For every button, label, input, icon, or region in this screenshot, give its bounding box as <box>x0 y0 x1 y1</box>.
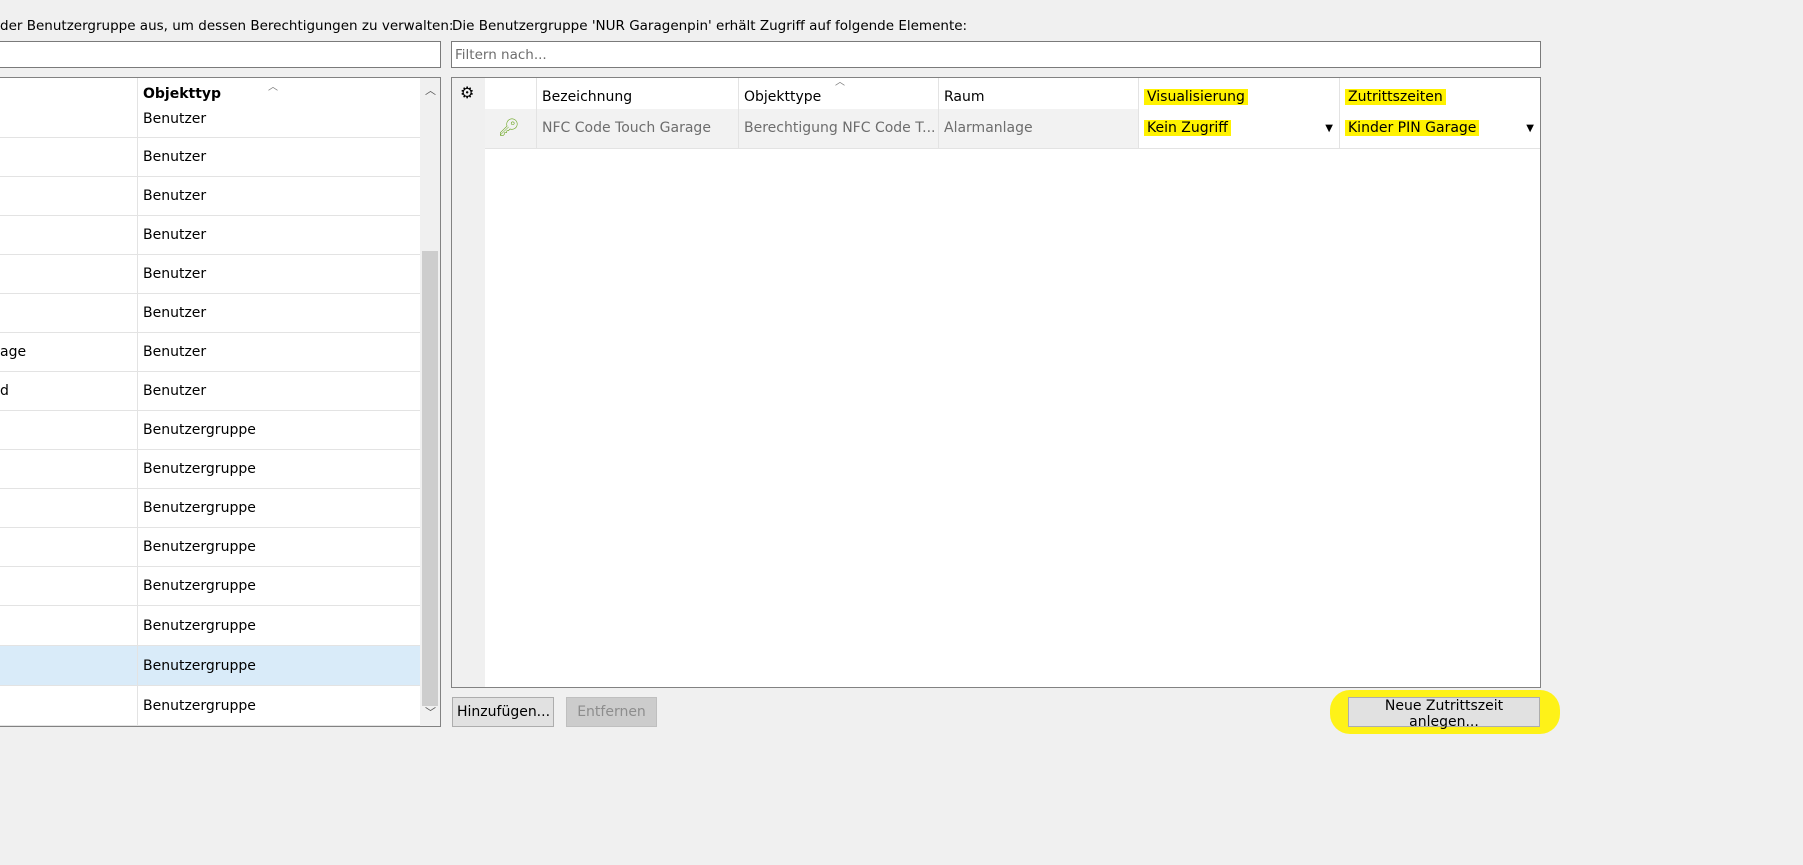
table-row[interactable]: Benutzergruppe <box>0 450 420 489</box>
cell-objekttype: Berechtigung NFC Code T... <box>738 109 938 148</box>
filter-field[interactable] <box>451 41 1541 68</box>
dropdown-arrow-icon[interactable]: ▼ <box>1526 109 1534 148</box>
cell-objekttyp: Benutzergruppe <box>143 539 256 555</box>
cell-objekttyp: Benutzergruppe <box>143 422 256 438</box>
key-icon: 🔑︎ <box>498 118 520 138</box>
column-header-visualisierung[interactable]: Visualisierung <box>1138 78 1339 109</box>
user-list-table: Objekttyp ︿ Benutzer Benutzer Benutzer Benu… <box>0 77 441 727</box>
scrollbar-thumb[interactable] <box>422 251 438 706</box>
table-row[interactable]: Benutzergruppe <box>0 489 420 528</box>
cell-objekttyp: Benutzergruppe <box>143 617 256 634</box>
sort-asc-icon: ︿ <box>835 77 845 88</box>
table-row[interactable]: d Benutzer <box>0 372 420 411</box>
cell-objekttyp: Benutzer <box>143 305 207 321</box>
new-access-time-button[interactable]: Neue Zutrittszeit anlegen... <box>1348 697 1540 730</box>
zutrittszeiten-value: Kinder PIN Garage <box>1345 120 1480 136</box>
column-header-raum[interactable]: Raum <box>938 78 1138 109</box>
table-row[interactable]: Benutzer <box>0 177 420 216</box>
table-header: Objekttyp ︿ <box>0 78 420 102</box>
row-header-column: ⚙ <box>452 78 485 687</box>
table-row[interactable]: Benutzer <box>0 138 420 177</box>
remove-button[interactable]: Entfernen <box>566 697 657 727</box>
cell-name <box>0 294 138 332</box>
cell-name <box>0 216 138 254</box>
cell-name <box>0 177 138 215</box>
cell-objekttyp: Benutzer <box>143 344 207 360</box>
vertical-scrollbar[interactable]: ︿ ﹀ <box>420 78 440 726</box>
cell-name <box>0 411 138 449</box>
cell-name <box>0 101 138 137</box>
filter-input[interactable] <box>452 42 1540 67</box>
row-divider <box>485 148 1540 149</box>
visualisierung-value: Kein Zugriff <box>1144 120 1231 136</box>
visualisierung-dropdown[interactable]: Kein Zugriff ▼ <box>1138 109 1339 148</box>
table-row[interactable]: Benutzer <box>0 216 420 255</box>
cell-objekttyp: Benutzer <box>143 266 207 282</box>
cell-name-text: d <box>0 383 9 399</box>
cell-objekttyp: Benutzer <box>143 227 207 243</box>
gear-icon[interactable]: ⚙ <box>460 83 474 102</box>
column-header-objekttype-label: Objekttype <box>744 89 822 105</box>
column-header-visualisierung-label: Visualisierung <box>1144 89 1248 105</box>
cell-name <box>0 646 138 685</box>
table-row[interactable]: Benutzergruppe <box>0 646 420 686</box>
cell-name: d <box>0 372 138 410</box>
cell-objekttyp: Benutzer <box>143 188 207 204</box>
cell-name <box>0 255 138 293</box>
cell-objekttyp: Benutzer <box>143 383 207 399</box>
cell-objekttyp: Benutzergruppe <box>143 500 256 516</box>
sort-asc-icon: ︿ <box>268 82 278 93</box>
column-header-name[interactable] <box>0 78 138 101</box>
add-button[interactable]: Hinzufügen... <box>452 697 554 727</box>
column-header-zutrittszeiten[interactable]: Zutrittszeiten <box>1339 78 1540 109</box>
cell-objekttyp: Benutzergruppe <box>143 697 256 714</box>
cell-raum: Alarmanlage <box>938 109 1138 148</box>
cell-name <box>0 686 138 725</box>
table-row[interactable]: age Benutzer <box>0 333 420 372</box>
scroll-down-icon[interactable]: ﹀ <box>425 704 436 720</box>
cell-name <box>0 606 138 645</box>
cell-name-text: age <box>0 344 27 360</box>
table-row[interactable]: Benutzergruppe <box>0 528 420 567</box>
cell-objekttyp: Benutzergruppe <box>143 461 256 477</box>
cell-objekttyp: Benutzer <box>143 149 207 165</box>
column-header-zutrittszeiten-label: Zutrittszeiten <box>1345 89 1446 105</box>
column-header-icon <box>485 78 536 109</box>
cell-objekttyp: Benutzergruppe <box>143 578 256 594</box>
table-row[interactable]: Benutzer <box>0 294 420 333</box>
table-row[interactable]: Benutzergruppe <box>0 606 420 646</box>
cell-bezeichnung: NFC Code Touch Garage <box>536 109 738 148</box>
cell-name <box>0 450 138 488</box>
cell-objekttyp: Benutzergruppe <box>143 657 256 674</box>
permissions-table: ⚙ Bezeichnung Objekttype ︿ Raum Visualisi… <box>451 77 1541 688</box>
left-instruction-label: der Benutzergruppe aus, um dessen Berech… <box>0 18 454 34</box>
right-instruction-label: Die Benutzergruppe 'NUR Garagenpin' erhä… <box>452 18 968 34</box>
cell-objekttyp: Benutzer <box>143 111 207 127</box>
left-search-input[interactable] <box>0 42 440 67</box>
table-row[interactable]: Benutzer <box>0 255 420 294</box>
column-header-bezeichnung[interactable]: Bezeichnung <box>536 78 738 109</box>
dropdown-arrow-icon[interactable]: ▼ <box>1325 109 1333 148</box>
table-row[interactable]: Benutzergruppe <box>0 567 420 606</box>
column-header-objekttype[interactable]: Objekttype ︿ <box>738 77 938 109</box>
left-search-field[interactable] <box>0 41 441 68</box>
zutrittszeiten-dropdown[interactable]: Kinder PIN Garage ▼ <box>1339 109 1540 148</box>
table-row[interactable]: Benutzer <box>0 101 420 138</box>
cell-name <box>0 489 138 527</box>
cell-name <box>0 528 138 566</box>
cell-name: age <box>0 333 138 371</box>
cell-name <box>0 567 138 605</box>
scroll-up-icon[interactable]: ︿ <box>425 82 436 98</box>
column-header-objekttyp[interactable]: Objekttyp <box>143 86 221 102</box>
table-row[interactable]: Benutzergruppe <box>0 686 420 726</box>
cell-name <box>0 138 138 176</box>
key-icon-cell: 🔑︎ <box>485 109 536 148</box>
table-row[interactable]: Benutzergruppe <box>0 411 420 450</box>
